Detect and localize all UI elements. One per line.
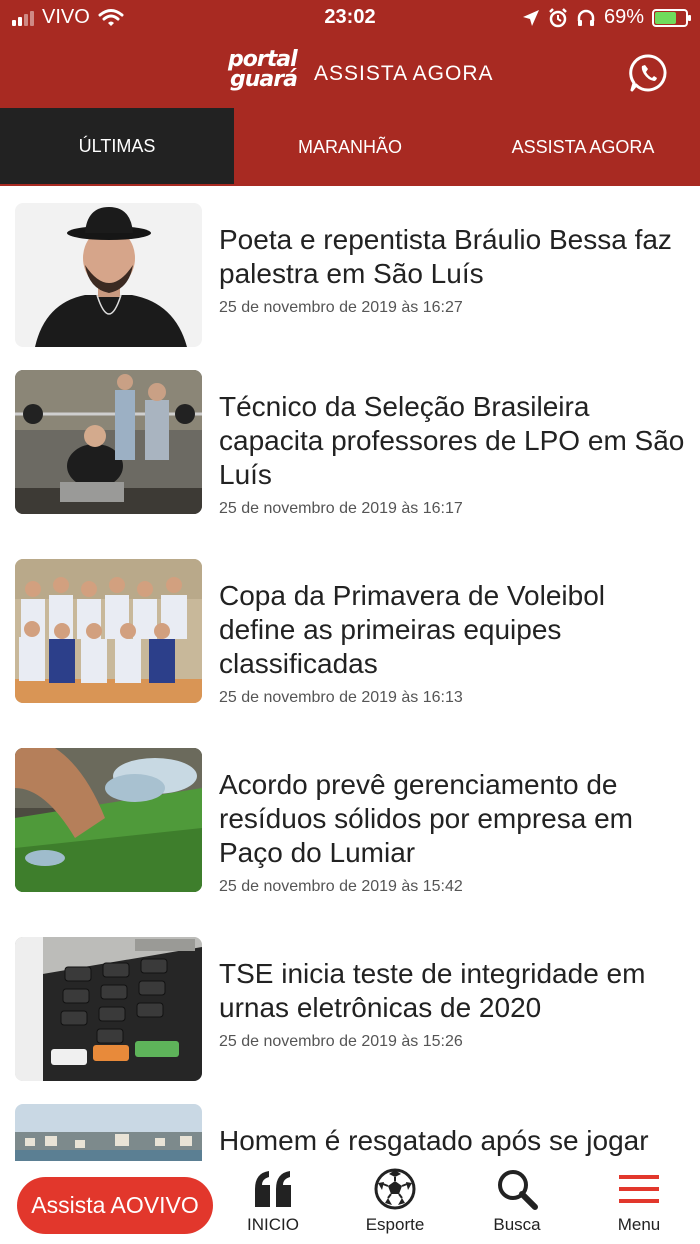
app-header: portal guará ASSISTA AGORA bbox=[0, 36, 700, 108]
news-item[interactable]: Poeta e repentista Bráulio Bessa faz pal… bbox=[0, 203, 700, 348]
hamburger-menu-icon bbox=[619, 1175, 659, 1203]
news-item[interactable]: Homem é resgatado após se jogar bbox=[0, 1104, 700, 1161]
tab-maranhao[interactable]: MARANHÃO bbox=[234, 108, 466, 186]
news-item[interactable]: TSE inicia teste de integridade em urnas… bbox=[0, 937, 700, 1082]
whatsapp-icon[interactable] bbox=[628, 52, 670, 94]
news-feed: Poeta e repentista Bráulio Bessa faz pal… bbox=[0, 186, 700, 1161]
news-thumbnail bbox=[15, 370, 202, 514]
status-bar: VIVO 23:02 69% bbox=[0, 0, 700, 36]
category-tabs: ÚLTIMAS MARANHÃO ASSISTA AGORA bbox=[0, 108, 700, 186]
status-right: 69% bbox=[522, 6, 691, 29]
tab-assista-agora[interactable]: ASSISTA AGORA bbox=[466, 108, 700, 186]
news-title: Acordo prevê gerenciamento de resíduos s… bbox=[219, 769, 633, 868]
headphones-icon bbox=[577, 9, 595, 26]
news-title: Homem é resgatado após se jogar bbox=[219, 1125, 649, 1156]
soccer-ball-icon bbox=[374, 1168, 416, 1210]
battery-fill bbox=[655, 11, 676, 24]
nav-busca[interactable]: Busca bbox=[462, 1167, 572, 1243]
news-thumbnail bbox=[15, 1104, 202, 1161]
nav-menu[interactable]: Menu bbox=[584, 1167, 694, 1243]
news-item[interactable]: Técnico da Seleção Brasileira capacita p… bbox=[0, 370, 700, 517]
news-date: 25 de novembro de 2019 às 15:42 bbox=[219, 878, 463, 895]
quote-icon bbox=[255, 1171, 291, 1207]
battery-icon bbox=[652, 8, 691, 27]
news-thumbnail bbox=[15, 748, 202, 892]
news-thumbnail bbox=[15, 937, 202, 1081]
watch-live-button[interactable]: Assista AOVIVO bbox=[17, 1177, 213, 1234]
news-item[interactable]: Acordo prevê gerenciamento de resíduos s… bbox=[0, 748, 700, 895]
battery-percent: 69% bbox=[603, 6, 644, 28]
alarm-icon bbox=[549, 7, 567, 27]
logo-line-2: guará bbox=[230, 67, 298, 92]
news-title: TSE inicia teste de integridade em urnas… bbox=[219, 958, 646, 1023]
news-title: Poeta e repentista Bráulio Bessa faz pal… bbox=[219, 224, 672, 289]
nav-esporte[interactable]: Esporte bbox=[340, 1167, 450, 1243]
news-date: 25 de novembro de 2019 às 16:27 bbox=[219, 299, 463, 316]
news-thumbnail bbox=[15, 203, 202, 347]
nav-inicio-label: INICIO bbox=[247, 1215, 299, 1234]
portal-guara-logo[interactable]: portal guará bbox=[228, 49, 304, 96]
nav-esporte-label: Esporte bbox=[365, 1215, 425, 1234]
header-title: ASSISTA AGORA bbox=[314, 62, 494, 85]
news-date: 25 de novembro de 2019 às 15:26 bbox=[219, 1033, 463, 1050]
nav-inicio[interactable]: INICIO bbox=[218, 1167, 328, 1243]
news-date: 25 de novembro de 2019 às 16:17 bbox=[219, 500, 463, 517]
location-icon bbox=[522, 9, 539, 26]
nav-menu-label: Menu bbox=[617, 1215, 661, 1234]
news-thumbnail bbox=[15, 559, 202, 703]
news-title: Técnico da Seleção Brasileira capacita p… bbox=[219, 391, 685, 490]
nav-busca-label: Busca bbox=[493, 1215, 541, 1234]
news-item[interactable]: Copa da Primavera de Voleibol define as … bbox=[0, 559, 700, 706]
tab-ultimas[interactable]: ÚLTIMAS bbox=[0, 108, 234, 184]
search-icon bbox=[498, 1170, 538, 1210]
news-title: Copa da Primavera de Voleibol define as … bbox=[219, 580, 606, 679]
bottom-navigation: Assista AOVIVO INICIO Esporte Busca Menu bbox=[0, 1161, 700, 1244]
news-date: 25 de novembro de 2019 às 16:13 bbox=[219, 689, 463, 706]
